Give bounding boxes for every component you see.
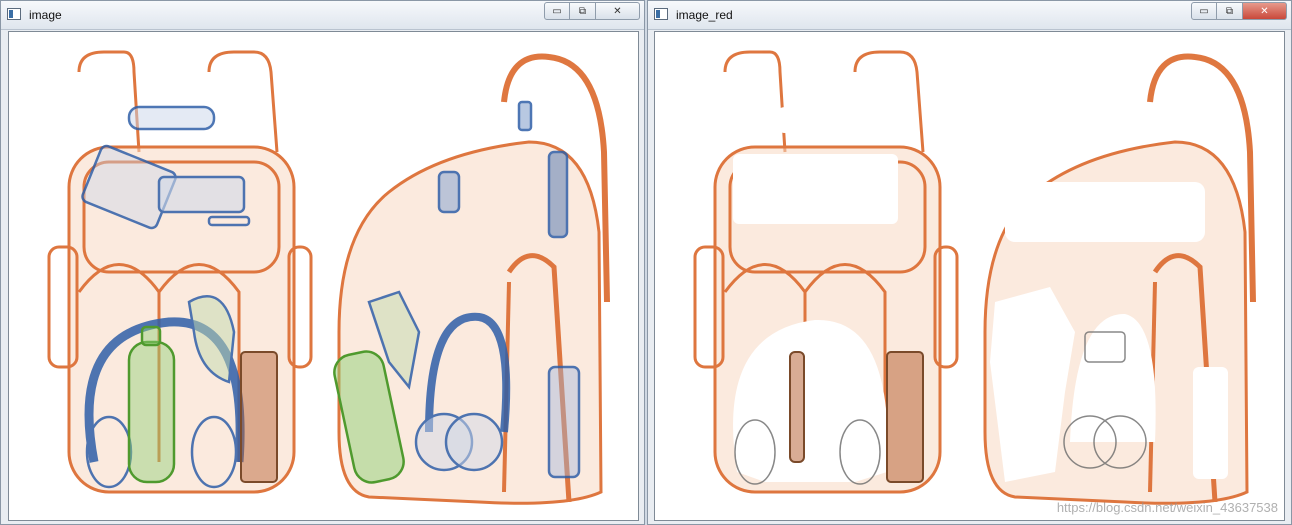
window-title: image bbox=[29, 8, 62, 22]
image-red-window[interactable]: image_red ▭ ⧉ ✕ https://blog.csdn.net/we… bbox=[647, 0, 1292, 525]
window-controls: ▭ ⧉ ✕ bbox=[544, 2, 640, 20]
restore-button[interactable]: ⧉ bbox=[570, 2, 596, 20]
window-app-icon bbox=[654, 8, 668, 20]
restore-button[interactable]: ⧉ bbox=[1217, 2, 1243, 20]
window-app-icon bbox=[7, 8, 21, 20]
window-controls: ▭ ⧉ ✕ bbox=[1191, 2, 1287, 20]
minimize-button[interactable]: ▭ bbox=[1191, 2, 1217, 20]
window-title: image_red bbox=[676, 8, 733, 22]
title-bar[interactable]: image_red ▭ ⧉ ✕ bbox=[648, 1, 1291, 30]
watermark-text: https://blog.csdn.net/weixin_43637538 bbox=[1056, 500, 1278, 515]
xray-backpack-image bbox=[47, 50, 610, 505]
image-red-canvas: https://blog.csdn.net/weixin_43637538 bbox=[654, 31, 1285, 521]
close-button[interactable]: ✕ bbox=[1243, 2, 1287, 20]
image-window[interactable]: image ▭ ⧉ ✕ bbox=[0, 0, 645, 525]
xray-backpack-red-image bbox=[693, 50, 1256, 505]
close-button[interactable]: ✕ bbox=[596, 2, 640, 20]
minimize-button[interactable]: ▭ bbox=[544, 2, 570, 20]
title-bar[interactable]: image ▭ ⧉ ✕ bbox=[1, 1, 644, 30]
image-canvas bbox=[8, 31, 639, 521]
